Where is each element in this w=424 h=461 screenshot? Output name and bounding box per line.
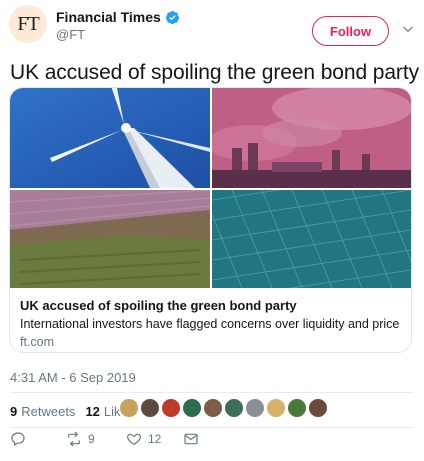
liker-avatar[interactable] <box>203 398 223 418</box>
account-name-row: Financial Times <box>56 9 180 25</box>
solar-panels-image <box>212 190 411 288</box>
avatar[interactable]: FT <box>9 5 47 43</box>
wind-turbine-image <box>10 88 210 188</box>
liker-avatar[interactable] <box>287 398 307 418</box>
liker-avatar[interactable] <box>224 398 244 418</box>
card-image-collage <box>10 88 411 288</box>
direct-message-button[interactable] <box>183 431 199 447</box>
power-station-image <box>212 88 411 188</box>
retweet-icon <box>68 431 80 447</box>
account-handle[interactable]: @FT <box>56 27 85 42</box>
retweets-count: 9 <box>10 403 18 419</box>
liker-avatar[interactable] <box>245 398 265 418</box>
heart-icon <box>127 433 141 445</box>
engagement-stats: 9 Retweets 12 Likes <box>10 400 134 422</box>
retweet-count: 9 <box>88 432 95 446</box>
retweets-label: Retweets <box>21 403 76 419</box>
tweet-timestamp[interactable]: 4:31 AM - 6 Sep 2019 <box>10 370 136 385</box>
liker-avatar[interactable] <box>161 398 181 418</box>
like-count: 12 <box>148 432 162 446</box>
farmland-image <box>10 190 210 288</box>
liker-avatar[interactable] <box>119 398 139 418</box>
avatar-logo-text: FT <box>17 12 39 35</box>
retweets-stat[interactable]: 9 Retweets <box>10 404 75 419</box>
tweet-actions: 9 12 <box>0 431 424 455</box>
reply-icon <box>11 432 25 446</box>
account-name[interactable]: Financial Times <box>56 9 161 25</box>
link-card[interactable]: UK accused of spoiling the green bond pa… <box>9 87 412 353</box>
divider <box>10 427 414 428</box>
reply-button[interactable] <box>10 431 26 447</box>
tweet-text: UK accused of spoiling the green bond pa… <box>10 61 419 84</box>
liker-avatars <box>119 398 329 418</box>
retweet-button[interactable]: 9 <box>66 431 95 447</box>
chevron-down-icon[interactable] <box>401 22 415 36</box>
liker-avatar[interactable] <box>140 398 160 418</box>
liker-avatar[interactable] <box>182 398 202 418</box>
verified-badge-icon <box>165 10 179 24</box>
liker-avatar[interactable] <box>308 398 328 418</box>
liker-avatar[interactable] <box>266 398 286 418</box>
card-domain: ft.com <box>20 335 55 349</box>
card-title: UK accused of spoiling the green bond pa… <box>20 298 297 313</box>
card-description: International investors have flagged con… <box>20 317 400 331</box>
divider <box>10 392 414 393</box>
like-button[interactable]: 12 <box>126 431 161 447</box>
tweet-header: FT Financial Times @FT Follow <box>0 0 424 52</box>
follow-button[interactable]: Follow <box>312 16 389 46</box>
likes-count: 12 <box>85 403 100 419</box>
envelope-icon <box>184 433 198 445</box>
